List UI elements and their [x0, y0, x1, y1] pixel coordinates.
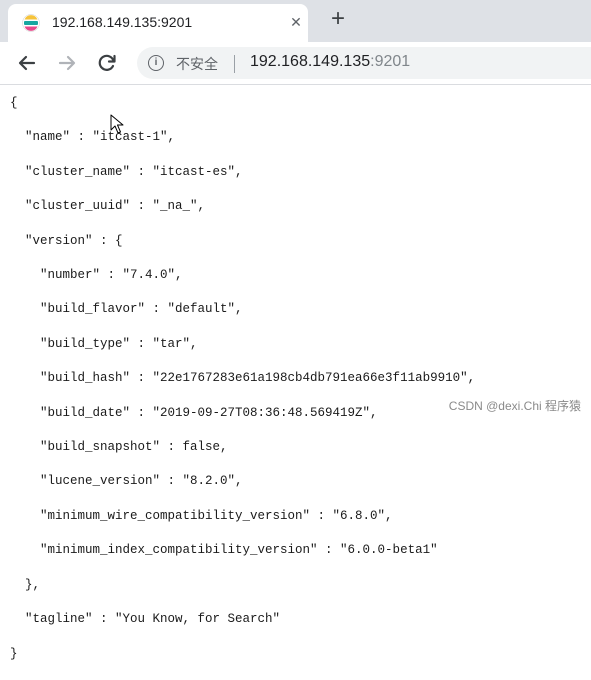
close-tab-icon[interactable]: ✕ [286, 12, 306, 32]
elasticsearch-icon [22, 14, 40, 32]
new-tab-button[interactable]: + [326, 7, 350, 32]
json-line: "name" : "itcast-1", [10, 130, 176, 145]
reload-button[interactable] [94, 50, 120, 76]
browser-tab[interactable]: 192.168.149.135:9201 ✕ [8, 4, 308, 42]
forward-button[interactable] [54, 50, 80, 76]
json-line: "number" : "7.4.0", [10, 268, 183, 283]
arrow-left-icon [18, 55, 36, 71]
back-button[interactable] [14, 50, 40, 76]
tab-title: 192.168.149.135:9201 [52, 14, 193, 30]
watermark: CSDN @dexi.Chi 程序猿 [448, 399, 581, 413]
mouse-cursor-icon [110, 114, 124, 134]
json-line: "build_type" : "tar", [10, 336, 198, 351]
url-port: :9201 [370, 53, 411, 70]
json-line: "tagline" : "You Know, for Search" [10, 612, 281, 627]
json-line: "build_date" : "2019-09-27T08:36:48.5694… [10, 405, 378, 420]
url-text[interactable]: 192.168.149.135:9201 [250, 53, 410, 71]
json-line: { [10, 96, 18, 110]
info-icon[interactable]: i [148, 55, 164, 71]
json-line: "minimum_index_compatibility_version" : … [10, 543, 438, 558]
json-line: "minimum_wire_compatibility_version" : "… [10, 508, 393, 523]
omnibox-divider [234, 55, 235, 73]
arrow-right-icon [58, 55, 76, 71]
json-line: }, [10, 577, 41, 592]
json-line: "build_flavor" : "default", [10, 302, 243, 317]
json-response: { "name" : "itcast-1", "cluster_name" : … [10, 95, 475, 680]
json-line: "cluster_name" : "itcast-es", [10, 164, 243, 179]
json-line: } [10, 646, 18, 661]
security-status[interactable]: 不安全 [176, 54, 218, 74]
json-line: "build_snapshot" : false, [10, 440, 228, 455]
reload-icon [98, 54, 116, 71]
json-line: "version" : { [10, 233, 123, 248]
json-line: "cluster_uuid" : "_na_", [10, 199, 206, 214]
json-line: "lucene_version" : "8.2.0", [10, 474, 243, 489]
url-host: 192.168.149.135 [250, 53, 371, 70]
json-line: "build_hash" : "22e1767283e61a198cb4db79… [10, 371, 476, 386]
